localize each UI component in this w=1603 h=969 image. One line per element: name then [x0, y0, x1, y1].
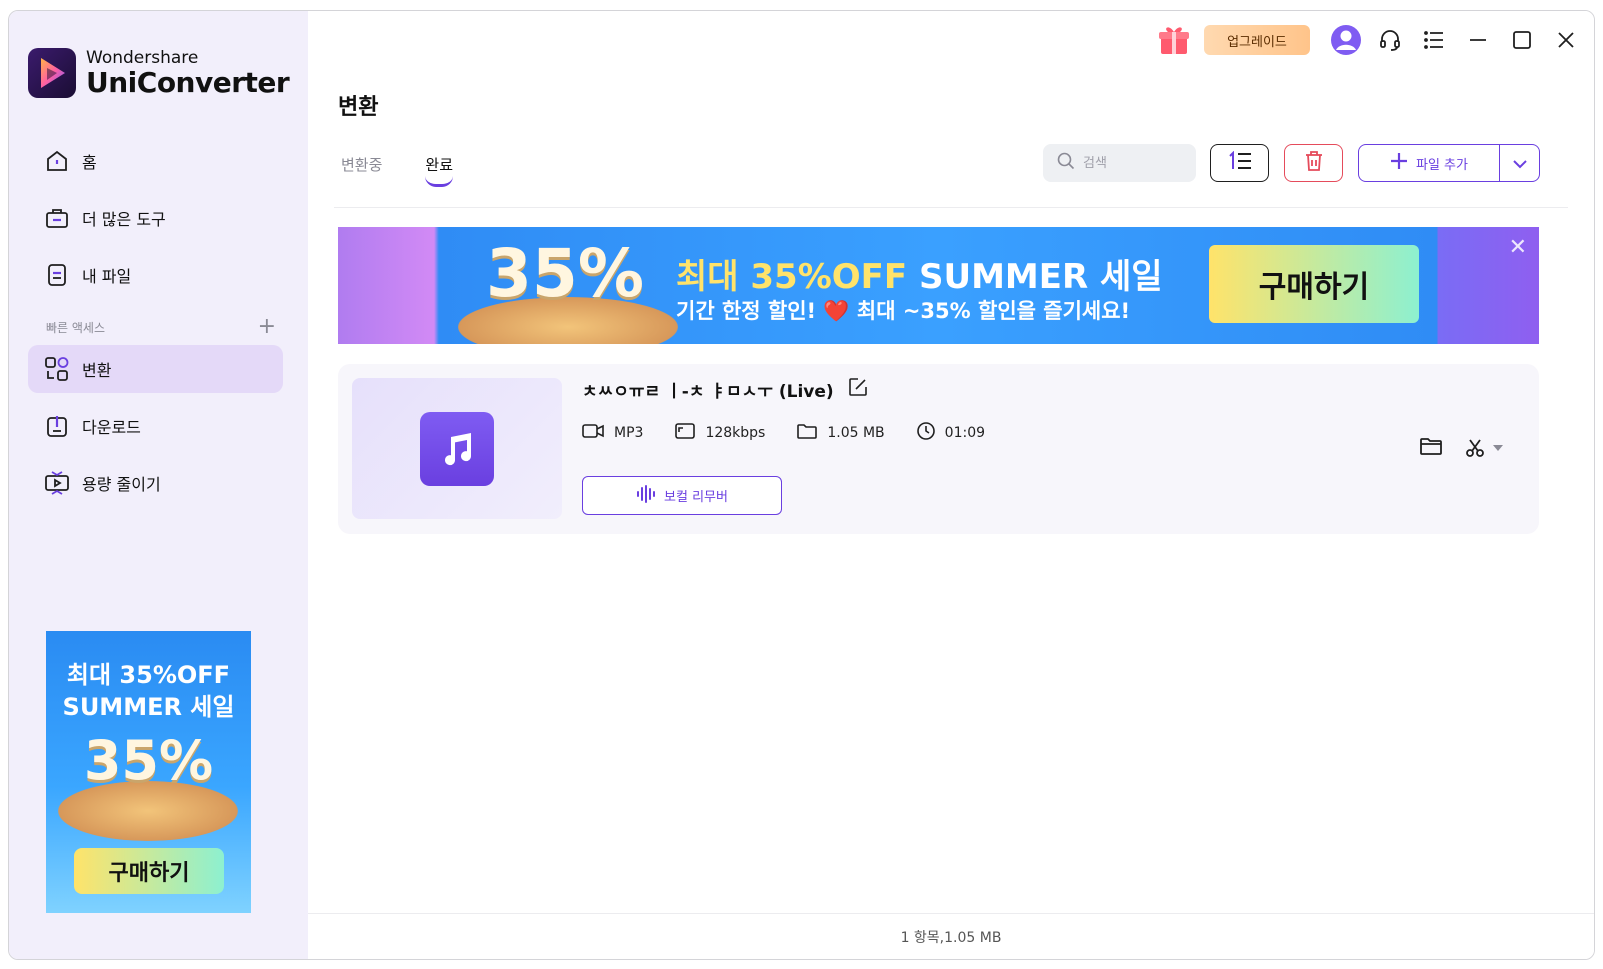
file-size: 1.05 MB — [797, 423, 885, 443]
brand-sub: Wondershare — [86, 47, 199, 68]
tab-completed[interactable]: 완료 — [425, 154, 453, 187]
sort-list-icon — [1227, 150, 1253, 175]
file-meta: MP3 128kbps 1.05 MB 01:09 — [582, 422, 1017, 444]
maximize-icon[interactable] — [1500, 21, 1544, 59]
sidebar-item-label: 다운로드 — [82, 418, 141, 437]
add-file-dropdown[interactable] — [1499, 145, 1539, 181]
add-quick-access-icon[interactable]: + — [258, 316, 276, 338]
search-icon — [1057, 152, 1075, 174]
sidebar: Wondershare UniConverter 홈 더 많은 도구 내 파일 … — [9, 11, 308, 959]
vocal-remover-button[interactable]: 보컬 리무버 — [582, 476, 782, 515]
title-bar: 업그레이드 — [1152, 21, 1594, 59]
sidebar-item-compress[interactable]: 용량 줄이기 — [28, 459, 283, 507]
search-box[interactable] — [1043, 144, 1196, 182]
brand: Wondershare UniConverter — [28, 47, 290, 99]
resolution-icon — [675, 423, 696, 443]
sidebar-item-label: 더 많은 도구 — [82, 210, 166, 229]
search-input[interactable] — [1083, 155, 1183, 171]
header-divider — [334, 207, 1568, 208]
file-name: ㅊㅆㅇㅠㄹ ㅣ-ㅊ ㅑㅁㅅㅜ (Live) — [582, 377, 868, 402]
rename-edit-icon[interactable] — [848, 377, 868, 402]
download-icon — [44, 413, 70, 439]
file-bitrate: 128kbps — [675, 423, 765, 443]
open-folder-icon[interactable] — [1419, 436, 1443, 460]
home-icon — [44, 148, 70, 174]
sidebar-item-my-files[interactable]: 내 파일 — [28, 251, 283, 299]
sort-button[interactable] — [1210, 144, 1269, 182]
file-icon — [44, 262, 70, 288]
sidebar-item-download[interactable]: 다운로드 — [28, 402, 283, 450]
upgrade-button[interactable]: 업그레이드 — [1204, 25, 1310, 55]
banner-headline-yellow: 최대 35%OFF — [676, 257, 908, 297]
waveform-icon — [636, 484, 656, 507]
music-note-icon — [420, 411, 494, 486]
delete-button[interactable] — [1284, 144, 1343, 182]
file-name-text: ㅊㅆㅇㅠㄹ ㅣ-ㅊ ㅑㅁㅅㅜ (Live) — [582, 382, 834, 402]
trim-scissors-icon[interactable] — [1465, 438, 1503, 458]
file-card[interactable]: ㅊㅆㅇㅠㄹ ㅣ-ㅊ ㅑㅁㅅㅜ (Live) MP3 128kbps 1.05 M… — [338, 364, 1539, 534]
ad-line2: SUMMER 세일 — [62, 693, 235, 721]
sidebar-item-label: 용량 줄이기 — [82, 475, 161, 494]
banner-close-icon[interactable]: ✕ — [1509, 235, 1527, 260]
banner-buy-button[interactable]: 구매하기 — [1209, 245, 1419, 323]
sidebar-item-more-tools[interactable]: 더 많은 도구 — [28, 194, 283, 242]
file-actions — [1419, 436, 1503, 460]
quick-access-label: 빠른 액세스 — [46, 320, 106, 335]
banner-headline-white: SUMMER 세일 — [918, 257, 1163, 297]
status-bar: 1 항목,1.05 MB — [308, 913, 1594, 959]
app-window: Wondershare UniConverter 홈 더 많은 도구 내 파일 … — [8, 10, 1595, 960]
add-file-label: 파일 추가 — [1416, 157, 1468, 173]
plus-icon — [1390, 152, 1408, 174]
sidebar-item-label: 내 파일 — [82, 267, 132, 286]
ad-discount: 35% — [83, 729, 214, 792]
video-camera-icon — [582, 423, 604, 443]
tabs: 변환중 완료 — [341, 154, 496, 187]
sidebar-item-convert[interactable]: 변환 — [28, 345, 283, 393]
file-duration-value: 01:09 — [944, 425, 986, 441]
account-avatar-icon[interactable] — [1324, 21, 1368, 59]
brand-main: UniConverter — [86, 65, 290, 99]
file-duration: 01:09 — [916, 422, 986, 444]
file-bitrate-value: 128kbps — [705, 425, 766, 441]
banner-headline: 최대 35%OFF SUMMER 세일 — [676, 249, 1163, 298]
trash-icon — [1304, 150, 1324, 176]
compress-icon — [44, 470, 70, 496]
minimize-icon[interactable] — [1456, 21, 1500, 59]
sidebar-item-home[interactable]: 홈 — [28, 137, 283, 185]
sidebar-item-label: 홈 — [82, 153, 97, 172]
promo-banner[interactable]: 35% 최대 35%OFF SUMMER 세일 기간 한정 할인! ❤️ 최대 … — [338, 227, 1539, 344]
ad-line1: 최대 35%OFF — [66, 661, 231, 689]
file-thumbnail — [352, 378, 562, 519]
folder-icon — [797, 423, 818, 443]
convert-icon — [44, 356, 70, 382]
file-format-value: MP3 — [614, 425, 644, 441]
banner-subline: 기간 한정 할인! ❤️ 최대 ~35% 할인을 즐기세요! — [676, 299, 1131, 323]
close-icon[interactable] — [1544, 21, 1588, 59]
file-size-value: 1.05 MB — [827, 425, 885, 441]
tab-converting[interactable]: 변환중 — [341, 154, 382, 175]
support-headset-icon[interactable] — [1368, 21, 1412, 59]
add-file-button[interactable]: 파일 추가 — [1359, 145, 1499, 181]
sidebar-item-label: 변환 — [82, 361, 112, 380]
ad-buy-button[interactable]: 구매하기 — [74, 848, 224, 894]
clock-icon — [916, 422, 935, 444]
gift-icon[interactable] — [1152, 21, 1196, 59]
add-file-button-group: 파일 추가 — [1358, 144, 1540, 182]
quick-access-header: 빠른 액세스 + — [46, 316, 276, 338]
file-format: MP3 — [582, 423, 643, 443]
chevron-down-icon — [1512, 154, 1528, 173]
toolbox-icon — [44, 205, 70, 231]
vocal-remover-label: 보컬 리무버 — [664, 490, 728, 505]
menu-list-icon[interactable] — [1412, 21, 1456, 59]
status-summary: 1 항목,1.05 MB — [900, 929, 1002, 946]
sidebar-promo-ad[interactable]: 최대 35%OFF SUMMER 세일 35% 구매하기 — [46, 631, 251, 913]
chevron-down-icon — [1493, 445, 1503, 451]
page-title: 변환 — [338, 95, 379, 120]
main-panel: 업그레이드 변환 변환중 완료 검색 파일 추가 35% 최대 35%OFF S… — [308, 11, 1594, 959]
banner-discount: 35% — [486, 235, 644, 312]
uniconverter-logo-icon — [28, 48, 76, 98]
